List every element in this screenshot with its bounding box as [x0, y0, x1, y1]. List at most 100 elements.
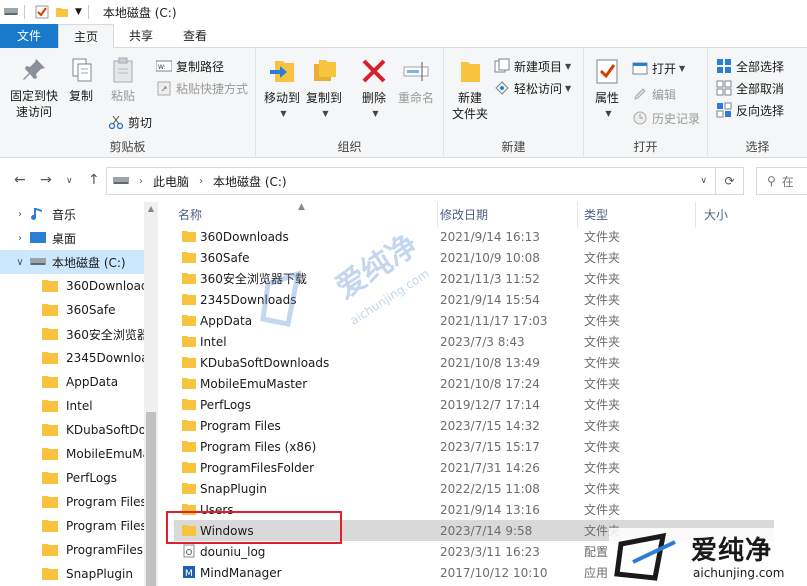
nav-item-folder[interactable]: KDubaSoftDownloads — [0, 418, 144, 442]
nav-item-folder[interactable]: Program Files (x86) — [0, 514, 144, 538]
file-date: 2021/10/8 17:24 — [440, 376, 540, 391]
file-row[interactable]: ProgramFilesFolder 2021/7/31 14:26 文件夹 — [174, 457, 774, 478]
address-history-chevron-icon[interactable]: ∨ — [700, 176, 707, 186]
customize-quick-access-icon[interactable]: ▼ — [75, 7, 82, 17]
rename-button[interactable]: 重命名 — [396, 56, 436, 106]
dropdown-arrow-icon: ▼ — [679, 63, 686, 73]
drive-icon — [4, 8, 18, 15]
copy-path-button[interactable]: W: 复制路径 — [156, 56, 224, 76]
up-arrow-icon[interactable]: ↑ — [88, 172, 100, 188]
open-button[interactable]: 打开 ▼ — [632, 58, 685, 78]
nav-item-folder[interactable]: ProgramFilesFolder — [0, 538, 144, 562]
expand-chevron-icon[interactable]: › — [14, 233, 26, 244]
folder-icon — [42, 424, 58, 436]
watermark-corner-logo-icon — [614, 532, 676, 581]
paste-button[interactable]: 粘贴 — [104, 56, 142, 104]
ribbon: 固定到快 速访问 复制 粘贴 W: 复制路径 粘贴快捷方式 剪切 剪贴板 移动到 — [0, 48, 807, 158]
nav-item-local-disk[interactable]: ∨ 本地磁盘 (C:) — [0, 250, 144, 274]
cut-button[interactable]: 剪切 — [108, 112, 152, 132]
copy-to-icon — [314, 60, 336, 81]
refresh-icon[interactable]: ⟳ — [716, 167, 744, 195]
file-row[interactable]: MobileEmuMaster 2021/10/8 17:24 文件夹 — [174, 373, 774, 394]
file-date: 2022/2/15 11:08 — [440, 481, 540, 496]
file-name: 360Safe — [200, 250, 250, 265]
file-row[interactable]: KDubaSoftDownloads 2021/10/8 13:49 文件夹 — [174, 352, 774, 373]
scroll-up-arrow-icon[interactable]: ▲ — [144, 204, 158, 213]
edit-button[interactable]: 编辑 — [632, 84, 676, 104]
search-icon: ⚲ — [767, 174, 776, 188]
file-date: 2023/7/15 14:32 — [440, 418, 540, 433]
breadcrumb-separator-icon[interactable]: › — [139, 176, 143, 187]
nav-item-music[interactable]: › 音乐 — [0, 202, 144, 226]
file-row[interactable]: Program Files (x86) 2023/7/15 15:17 文件夹 — [174, 436, 774, 457]
tab-share[interactable]: 共享 — [114, 24, 168, 48]
breadcrumb-separator-icon[interactable]: › — [199, 176, 203, 187]
nav-item-folder[interactable]: 360Downloads — [0, 274, 144, 298]
dropdown-arrow-icon: ▼ — [372, 109, 379, 118]
invert-selection-button[interactable]: 反向选择 — [716, 100, 784, 120]
nav-item-folder[interactable]: 360Safe — [0, 298, 144, 322]
title-bar: ▼ 本地磁盘 (C:) — [0, 0, 807, 24]
file-type: 文件夹 — [584, 398, 621, 412]
nav-item-desktop[interactable]: › 桌面 — [0, 226, 144, 250]
svg-text:W:: W: — [158, 64, 166, 71]
folder-icon — [42, 544, 58, 556]
file-row[interactable]: PerfLogs 2019/12/7 17:14 文件夹 — [174, 394, 774, 415]
new-item-button[interactable]: 新建项目 ▼ — [494, 56, 571, 76]
back-arrow-icon[interactable]: ← — [14, 172, 26, 188]
select-all-icon — [717, 59, 731, 73]
nav-scrollbar[interactable]: ▲ — [144, 202, 158, 586]
dropdown-arrow-icon: ▼ — [565, 61, 572, 71]
dropdown-arrow-icon: ▼ — [605, 109, 612, 118]
pin-to-quick-access-button[interactable]: 固定到快 速访问 — [6, 56, 62, 120]
nav-item-folder[interactable]: 2345Downloads — [0, 346, 144, 370]
file-type: 文件夹 — [584, 482, 621, 496]
delete-button[interactable]: 删除 ▼ — [356, 56, 392, 122]
file-type: 应用 — [584, 566, 609, 580]
folder-icon — [182, 336, 196, 347]
paste-shortcut-button[interactable]: 粘贴快捷方式 — [156, 78, 248, 98]
file-row[interactable]: SnapPlugin 2022/2/15 11:08 文件夹 — [174, 478, 774, 499]
nav-item-folder[interactable]: Program Files — [0, 490, 144, 514]
file-row[interactable]: Program Files 2023/7/15 14:32 文件夹 — [174, 415, 774, 436]
copy-button[interactable]: 复制 — [64, 56, 98, 104]
breadcrumb-local-disk[interactable]: 本地磁盘 (C:) — [213, 173, 287, 190]
tab-view[interactable]: 查看 — [168, 24, 222, 48]
search-input[interactable]: ⚲ 在 — [756, 167, 807, 195]
easy-access-button[interactable]: 轻松访问 ▼ — [494, 78, 571, 98]
nav-item-folder[interactable]: 360安全浏览器下载 — [0, 322, 144, 346]
folder-icon — [182, 462, 196, 473]
recent-locations-chevron-icon[interactable]: ∨ — [66, 176, 73, 186]
delete-x-icon — [362, 59, 386, 83]
select-none-button[interactable]: 全部取消 — [716, 78, 784, 98]
address-bar[interactable]: › 此电脑 › 本地磁盘 (C:) ∨ — [106, 167, 716, 195]
pin-icon — [23, 59, 45, 80]
new-folder-icon[interactable] — [55, 5, 69, 19]
properties-check-icon[interactable] — [35, 5, 49, 19]
nav-item-folder[interactable]: AppData — [0, 370, 144, 394]
select-group: 全部选择 全部取消 反向选择 选择 — [708, 48, 807, 158]
expand-chevron-icon[interactable]: › — [14, 209, 26, 220]
select-all-button[interactable]: 全部选择 — [716, 56, 784, 76]
new-folder-button[interactable]: 新建 文件夹 — [448, 56, 492, 122]
nav-item-folder[interactable]: PerfLogs — [0, 466, 144, 490]
drive-icon — [30, 258, 46, 265]
folder-icon — [42, 520, 58, 532]
column-header-type[interactable]: 类型 — [576, 202, 696, 228]
tab-home[interactable]: 主页 — [58, 24, 115, 49]
nav-item-folder[interactable]: Intel — [0, 394, 144, 418]
nav-scrollbar-thumb[interactable] — [146, 412, 156, 586]
column-header-size[interactable]: 大小 — [696, 202, 776, 228]
history-button[interactable]: 历史记录 — [632, 108, 700, 128]
copy-to-button[interactable]: 复制到 ▼ — [304, 56, 344, 122]
properties-button[interactable]: 属性 ▼ — [590, 56, 624, 122]
tab-file[interactable]: 文件 — [0, 24, 58, 48]
nav-item-folder[interactable]: SnapPlugin — [0, 562, 144, 586]
move-to-button[interactable]: 移动到 ▼ — [262, 56, 302, 122]
collapse-chevron-icon[interactable]: ∨ — [14, 257, 26, 268]
forward-arrow-icon[interactable]: → — [40, 172, 52, 188]
nav-item-folder[interactable]: MobileEmuMaster — [0, 442, 144, 466]
file-type: 文件夹 — [584, 461, 621, 475]
copy-icon — [72, 58, 92, 82]
breadcrumb-this-pc[interactable]: 此电脑 — [153, 173, 189, 190]
